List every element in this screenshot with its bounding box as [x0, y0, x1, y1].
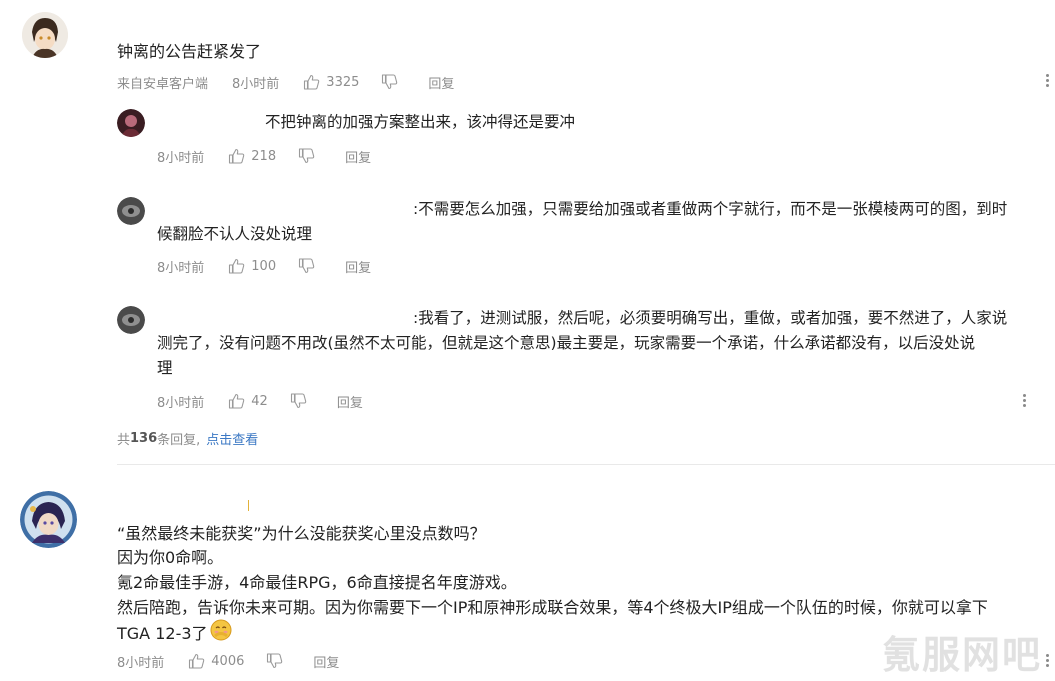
user-level-badge	[248, 500, 249, 511]
reply-time: 8小时前	[157, 150, 205, 166]
site-watermark: 氪服网吧	[882, 633, 1043, 677]
thumbs-up-icon	[229, 258, 245, 274]
avatar-image	[117, 109, 145, 137]
avatar-image	[20, 491, 77, 548]
comment-time: 8小时前	[232, 76, 280, 92]
dislike-button[interactable]	[290, 393, 307, 409]
reply-text-continued: 理	[157, 359, 173, 377]
comment-time: 8小时前	[117, 655, 165, 671]
comment-text-last-line: TGA 12-3了	[117, 624, 208, 643]
reply-meta: 8小时前 100 回复	[157, 256, 371, 276]
reply-button[interactable]: 回复	[313, 652, 339, 671]
comment-text-line: TGA 12-3了	[117, 619, 232, 649]
reply-button[interactable]: 回复	[345, 257, 371, 276]
like-button[interactable]: 100	[228, 258, 276, 274]
dislike-button[interactable]	[266, 653, 283, 669]
avatar-scaramouche[interactable]	[20, 491, 77, 548]
like-button[interactable]: 218	[228, 148, 276, 164]
like-button[interactable]: 3325	[303, 74, 359, 90]
comment-text-line: 然后陪跑，告诉你未来可期。因为你需要下一个IP和原神形成联合效果，等4个终极大I…	[117, 598, 988, 617]
dislike-button[interactable]	[381, 74, 398, 90]
reply-text: 不把钟离的加强方案整出来，该冲得还是要冲	[265, 113, 576, 131]
reply-text: :不需要怎么加强，只需要给加强或者重做两个字就行，而不是一张模棱两可的图，到时	[413, 200, 1008, 218]
thumbs-down-icon	[299, 258, 315, 274]
avatar-zhongli[interactable]	[22, 12, 68, 58]
reply-button[interactable]: 回复	[345, 147, 371, 166]
comment-meta: 来自安卓客户端 8小时前 3325 回复	[117, 72, 454, 92]
more-options-icon[interactable]	[1021, 392, 1027, 409]
reply-avatar[interactable]	[117, 197, 145, 225]
thumbs-down-icon	[382, 74, 398, 90]
reply-button[interactable]: 回复	[428, 73, 454, 92]
avatar-image	[117, 306, 145, 334]
thumbs-down-icon	[299, 148, 315, 164]
thumbs-down-icon	[267, 653, 283, 669]
avatar-image	[22, 12, 68, 58]
reply-avatar[interactable]	[117, 109, 145, 137]
reply-text: :我看了，进测试服，然后呢，必须要明确写出，重做，或者加强，要不然进了，人家说	[413, 309, 1008, 327]
comment-source: 来自安卓客户端	[117, 76, 209, 92]
more-options-icon[interactable]	[1044, 652, 1050, 669]
comment-text-line: 因为你0命啊。	[117, 548, 224, 567]
like-count: 4006	[211, 653, 245, 669]
reply-button[interactable]: 回复	[337, 392, 363, 411]
like-count: 218	[251, 148, 277, 164]
comment-text-line: 氪2命最佳手游，4命最佳RPG，6命直接提名年度游戏。	[117, 573, 517, 592]
thumbs-down-icon	[290, 393, 307, 409]
like-button[interactable]: 4006	[188, 653, 244, 669]
total-replies: 共 136 条回复, 点击查看	[117, 428, 258, 448]
comment-text: 钟离的公告赶紧发了	[117, 42, 262, 61]
dislike-button[interactable]	[298, 258, 315, 274]
reply-text-continued: 候翻脸不认人没处说理	[157, 225, 313, 243]
avatar-image	[117, 197, 145, 225]
like-count: 100	[251, 258, 277, 274]
like-count: 3325	[326, 74, 360, 90]
view-replies-link[interactable]: 点击查看	[206, 429, 258, 448]
total-count: 136	[130, 430, 158, 446]
comment-meta: 8小时前 4006 回复	[117, 651, 339, 671]
reply-avatar[interactable]	[117, 306, 145, 334]
like-button[interactable]: 42	[228, 393, 268, 409]
total-prefix: 共	[117, 432, 131, 448]
thumbs-up-icon	[189, 653, 205, 669]
reply-time: 8小时前	[157, 395, 205, 411]
more-options-icon[interactable]	[1044, 72, 1050, 89]
reply-meta: 8小时前 42 回复	[157, 391, 363, 411]
emoji-shy-icon	[210, 619, 232, 649]
dislike-button[interactable]	[298, 148, 315, 164]
reply-meta: 8小时前 218 回复	[157, 146, 371, 166]
thumbs-up-icon	[229, 393, 245, 409]
total-suffix: 条回复,	[157, 432, 201, 448]
like-count: 42	[251, 393, 268, 409]
thread-divider	[117, 464, 1055, 465]
comment-text-line: “虽然最终未能获奖”为什么没能获奖心里没点数吗？	[117, 524, 486, 543]
reply-time: 8小时前	[157, 260, 205, 276]
thumbs-up-icon	[304, 74, 320, 90]
reply-text-continued: 测完了，没有问题不用改(虽然不太可能，但就是这个意思)最主要是，玩家需要一个承诺…	[157, 334, 976, 352]
thumbs-up-icon	[229, 148, 245, 164]
